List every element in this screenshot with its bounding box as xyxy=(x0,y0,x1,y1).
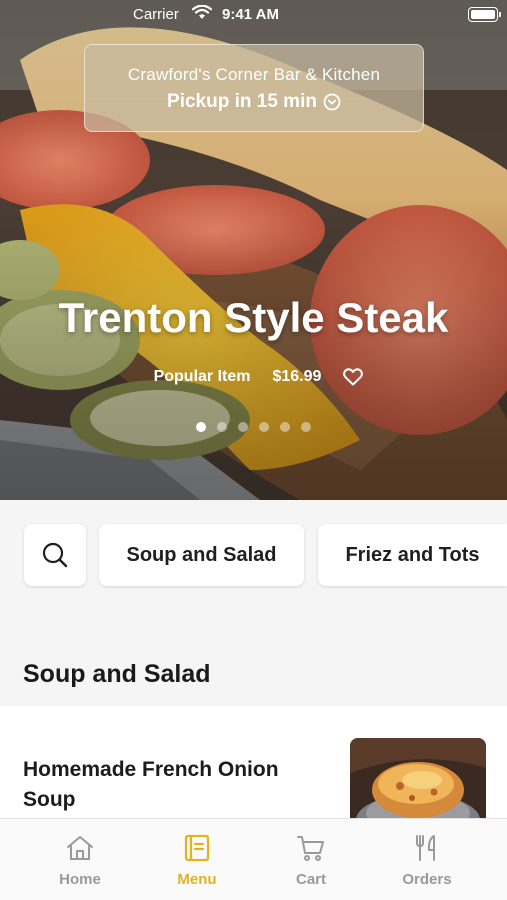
battery-icon xyxy=(468,7,501,22)
carousel-dot[interactable] xyxy=(238,422,248,432)
popular-badge: Popular Item xyxy=(153,368,251,385)
search-icon xyxy=(42,542,68,568)
cart-icon xyxy=(297,836,324,861)
hero-banner[interactable]: Carrier 9:41 AM Crawford's Corner Bar & … xyxy=(0,0,507,500)
tab-cart[interactable]: Cart xyxy=(248,819,374,900)
featured-item-meta: Popular Item $16.99 xyxy=(0,368,507,386)
pickup-time-label: Pickup in 15 min xyxy=(167,91,317,112)
home-icon xyxy=(67,836,93,860)
featured-item-price: $16.99 xyxy=(272,368,322,385)
carousel-dot[interactable] xyxy=(259,422,269,432)
featured-item-title: Trenton Style Steak xyxy=(58,294,449,341)
carousel-dot[interactable] xyxy=(217,422,227,432)
status-bar: Carrier 9:41 AM xyxy=(0,0,507,30)
restaurant-name: Crawford's Corner Bar & Kitchen xyxy=(127,65,381,84)
menu-item-name: Homemade French Onion Soup xyxy=(23,758,279,811)
wifi-icon xyxy=(192,5,212,19)
tab-label: Home xyxy=(59,871,101,888)
fork-knife-icon xyxy=(416,835,435,861)
category-chip-friez-and-tots[interactable]: Friez and Tots xyxy=(318,524,507,586)
tab-label: Cart xyxy=(295,871,326,888)
carousel-indicator[interactable] xyxy=(0,422,507,432)
tab-label: Orders xyxy=(402,871,452,888)
clock: 9:41 AM xyxy=(222,6,279,23)
pickup-selector[interactable]: Crawford's Corner Bar & Kitchen Pickup i… xyxy=(84,44,424,132)
tab-orders[interactable]: Orders xyxy=(364,819,490,900)
carrier-label: Carrier xyxy=(133,6,179,23)
carousel-dot[interactable] xyxy=(280,422,290,432)
tab-label: Menu xyxy=(177,871,217,888)
tab-bar: Home Menu Cart Orders xyxy=(0,818,507,900)
search-button[interactable] xyxy=(24,524,86,586)
menu-book-icon xyxy=(184,834,210,862)
tab-menu[interactable]: Menu xyxy=(134,819,260,900)
favorite-heart-icon[interactable] xyxy=(343,368,364,386)
carousel-dot[interactable] xyxy=(196,422,206,432)
category-chip-soup-and-salad[interactable]: Soup and Salad xyxy=(99,524,304,586)
chevron-down-circle-icon xyxy=(323,93,341,111)
carousel-dot[interactable] xyxy=(301,422,311,432)
section-title: Soup and Salad xyxy=(23,660,211,688)
tab-home[interactable]: Home xyxy=(17,819,143,900)
